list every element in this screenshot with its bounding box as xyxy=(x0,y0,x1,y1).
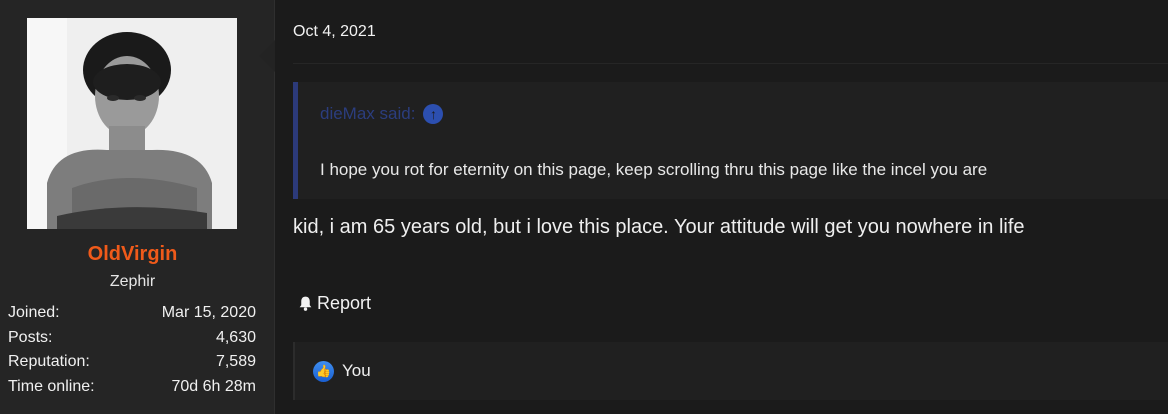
user-panel: OldVirgin Zephir Joined: Mar 15, 2020 Po… xyxy=(0,0,275,414)
arrow-up-circle-icon[interactable]: ↑ xyxy=(423,104,444,124)
stat-value: 7,589 xyxy=(215,353,256,370)
reactions-bar[interactable]: 👍 You xyxy=(293,342,1168,400)
thumbs-up-icon: 👍 xyxy=(313,360,334,382)
post-body: Oct 4, 2021 dieMax said: ↑ I hope you ro… xyxy=(275,0,1168,414)
report-label[interactable]: Report xyxy=(317,293,371,314)
stat-value: Mar 15, 2020 xyxy=(161,304,256,321)
stat-posts: Posts: 4,630 xyxy=(8,326,256,351)
username[interactable]: OldVirgin xyxy=(0,243,265,266)
stat-label: Posts: xyxy=(8,328,53,346)
report-link[interactable]: Report xyxy=(297,293,371,314)
bell-icon xyxy=(299,296,312,311)
post-message: kid, i am 65 years old, but i love this … xyxy=(293,216,1025,238)
stat-time-online: Time online: 70d 6h 28m xyxy=(8,375,256,400)
reaction-users[interactable]: You xyxy=(342,361,371,381)
quote-author-line[interactable]: dieMax said: ↑ xyxy=(320,104,444,124)
stat-label: Reputation: xyxy=(8,353,90,370)
quote-text: I hope you rot for eternity on this page… xyxy=(320,160,988,179)
stat-value: 4,630 xyxy=(215,328,256,346)
post-pointer-arrow xyxy=(259,40,275,72)
quote-author[interactable]: dieMax said: xyxy=(320,104,415,124)
avatar-image xyxy=(27,18,237,229)
avatar[interactable] xyxy=(27,18,237,229)
stat-value: 70d 6h 28m xyxy=(171,377,256,395)
stat-joined: Joined: Mar 15, 2020 xyxy=(8,301,256,326)
stat-label: Joined: xyxy=(8,304,60,321)
user-title: Zephir xyxy=(109,273,156,290)
stat-label: Time online: xyxy=(8,377,95,395)
post-date[interactable]: Oct 4, 2021 xyxy=(293,23,376,41)
quote-block: dieMax said: ↑ I hope you rot for eterni… xyxy=(293,82,1168,199)
user-stats: Joined: Mar 15, 2020 Posts: 4,630 Reputa… xyxy=(8,301,256,399)
stat-reputation: Reputation: 7,589 xyxy=(8,350,256,375)
divider xyxy=(293,63,1168,64)
